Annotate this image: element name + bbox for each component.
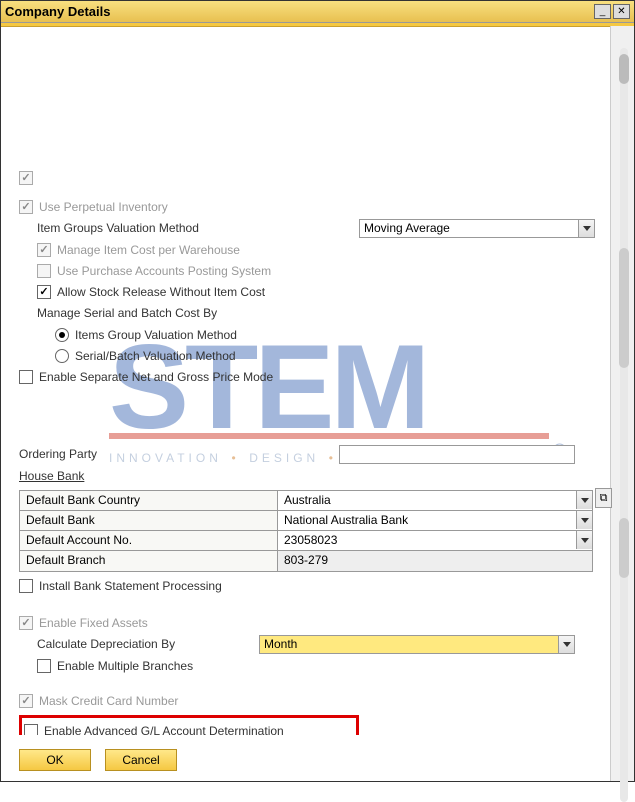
purchase-posting-label: Use Purchase Accounts Posting System — [57, 264, 271, 278]
valuation-method-dropdown[interactable]: Moving Average — [359, 219, 595, 238]
bank-branch-value: 803-279 — [278, 551, 592, 571]
bank-country-row: Default Bank Country Australia — [20, 491, 592, 511]
calc-depreciation-label: Calculate Depreciation By — [37, 637, 259, 651]
link-icon[interactable]: ⧉ — [595, 488, 612, 508]
multi-branches-label: Enable Multiple Branches — [57, 659, 193, 673]
manage-cost-warehouse-label: Manage Item Cost per Warehouse — [57, 243, 240, 257]
calc-depreciation-value: Month — [264, 637, 297, 651]
install-bank-stmt-label: Install Bank Statement Processing — [39, 579, 222, 593]
truncated-checkbox — [19, 171, 33, 185]
valuation-method-label: Item Groups Valuation Method — [37, 221, 273, 235]
perpetual-inventory-label: Use Perpetual Inventory — [39, 200, 168, 214]
multi-branches-checkbox[interactable] — [37, 659, 51, 673]
dialog-buttons: OK Cancel — [1, 739, 610, 781]
advanced-gl-label: Enable Advanced G/L Account Determinatio… — [44, 724, 284, 735]
window-title: Company Details — [5, 4, 592, 19]
title-bar: Company Details _ ✕ — [1, 1, 634, 23]
bank-table: Default Bank Country Australia Default B… — [19, 490, 593, 572]
ordering-party-input[interactable] — [339, 445, 575, 464]
highlight-box: Enable Advanced G/L Account Determinatio… — [19, 715, 359, 735]
content-area: STEM ® INNOVATION • DESIGN • VALUE Use P… — [1, 27, 634, 735]
manage-cost-warehouse-checkbox — [37, 243, 51, 257]
chevron-down-icon — [578, 220, 594, 237]
fixed-assets-checkbox — [19, 616, 33, 630]
items-group-radio-label: Items Group Valuation Method — [75, 328, 237, 342]
chevron-down-icon — [576, 531, 592, 549]
chevron-down-icon — [558, 636, 574, 653]
valuation-method-value: Moving Average — [364, 221, 450, 235]
bank-country-dropdown[interactable]: Australia — [278, 491, 592, 510]
serial-batch-header: Manage Serial and Batch Cost By — [37, 306, 217, 320]
bank-country-label: Default Bank Country — [20, 491, 278, 510]
house-bank-label: House Bank — [19, 469, 84, 483]
perpetual-inventory-checkbox — [19, 200, 33, 214]
purchase-posting-checkbox — [37, 264, 51, 278]
bank-branch-label: Default Branch — [20, 551, 278, 571]
ok-button[interactable]: OK — [19, 749, 91, 771]
advanced-gl-checkbox[interactable] — [24, 724, 38, 735]
scroll-thumb[interactable] — [619, 54, 629, 84]
fixed-assets-label: Enable Fixed Assets — [39, 616, 148, 630]
chevron-down-icon — [576, 511, 592, 529]
bank-account-row: Default Account No. 23058023 — [20, 531, 592, 551]
bank-account-dropdown[interactable]: 23058023 — [278, 531, 592, 550]
net-gross-checkbox[interactable] — [19, 370, 33, 384]
chevron-down-icon — [576, 491, 592, 509]
items-group-radio[interactable] — [55, 328, 69, 342]
bank-name-label: Default Bank — [20, 511, 278, 530]
mask-cc-checkbox — [19, 694, 33, 708]
close-button[interactable]: ✕ — [613, 4, 630, 19]
bank-branch-row: Default Branch 803-279 — [20, 551, 592, 571]
cancel-button[interactable]: Cancel — [105, 749, 177, 771]
mask-cc-label: Mask Credit Card Number — [39, 694, 178, 708]
net-gross-label: Enable Separate Net and Gross Price Mode — [39, 370, 273, 384]
minimize-button[interactable]: _ — [594, 4, 611, 19]
truncated-label — [39, 171, 42, 185]
ordering-party-label: Ordering Party — [19, 447, 339, 461]
install-bank-stmt-checkbox[interactable] — [19, 579, 33, 593]
serial-batch-radio-label: Serial/Batch Valuation Method — [75, 349, 236, 363]
calc-depreciation-dropdown[interactable]: Month — [259, 635, 575, 654]
serial-batch-radio[interactable] — [55, 349, 69, 363]
bank-account-label: Default Account No. — [20, 531, 278, 550]
allow-stock-checkbox[interactable] — [37, 285, 51, 299]
bank-name-row: Default Bank National Australia Bank — [20, 511, 592, 531]
allow-stock-label: Allow Stock Release Without Item Cost — [57, 285, 265, 299]
bank-name-dropdown[interactable]: National Australia Bank — [278, 511, 592, 530]
